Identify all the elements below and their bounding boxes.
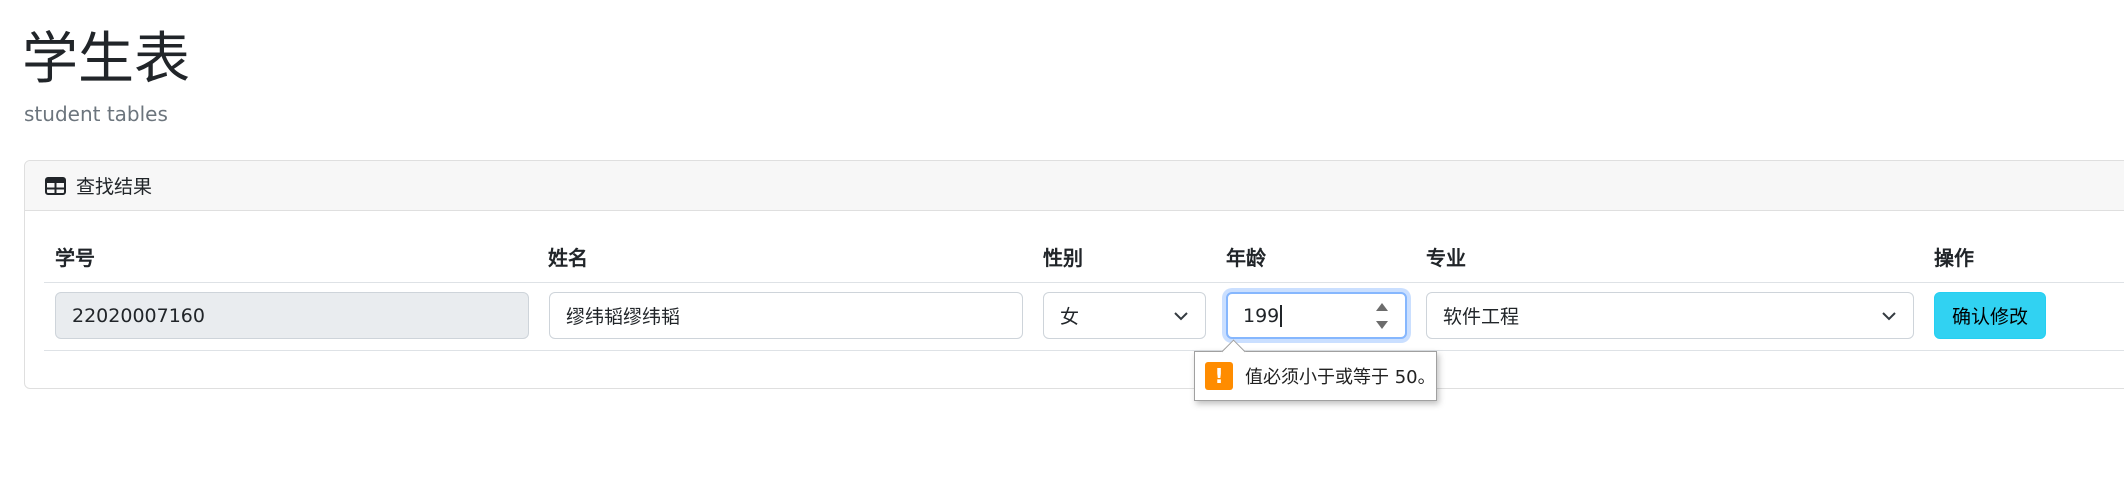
card-title: 查找结果 (76, 176, 153, 198)
results-card: 查找结果 (24, 160, 2124, 389)
stepper-up-icon[interactable] (1375, 302, 1389, 312)
age-stepper[interactable] (1375, 302, 1389, 330)
column-header-name: 姓名 (548, 246, 588, 270)
column-header-major: 专业 (1426, 246, 1466, 270)
text-cursor (1280, 304, 1282, 327)
chevron-down-icon (1882, 311, 1896, 320)
gender-select[interactable]: 女 (1043, 292, 1206, 339)
column-header-action: 操作 (1934, 246, 1974, 270)
age-value: 199 (1243, 304, 1280, 327)
header-divider (44, 282, 2124, 283)
column-header-age: 年龄 (1226, 246, 1266, 270)
student-id-value: 22020007160 (72, 304, 205, 327)
student-id-field[interactable]: 22020007160 (55, 292, 529, 339)
confirm-edit-button[interactable]: 确认修改 (1934, 292, 2046, 339)
column-header-student-id: 学号 (55, 246, 95, 270)
validation-message: 值必须小于或等于 50。 (1245, 367, 1436, 388)
table-icon (45, 176, 66, 195)
major-value: 软件工程 (1443, 306, 1520, 328)
name-field[interactable]: 缪纬韬缪纬韬 (549, 292, 1023, 339)
page-subtitle: student tables (24, 102, 168, 126)
gender-value: 女 (1060, 306, 1080, 328)
row-divider (44, 350, 2124, 351)
age-input[interactable]: 199 (1226, 292, 1407, 339)
column-header-gender: 性别 (1043, 246, 1083, 270)
validation-tooltip: ! 值必须小于或等于 50。 (1194, 339, 1437, 401)
warning-icon: ! (1205, 362, 1233, 390)
name-value: 缪纬韬缪纬韬 (566, 306, 681, 328)
card-header: 查找结果 (25, 161, 2124, 211)
page-title: 学生表 (22, 27, 190, 92)
major-select[interactable]: 软件工程 (1426, 292, 1914, 339)
stepper-down-icon[interactable] (1375, 320, 1389, 330)
chevron-down-icon (1174, 311, 1188, 320)
